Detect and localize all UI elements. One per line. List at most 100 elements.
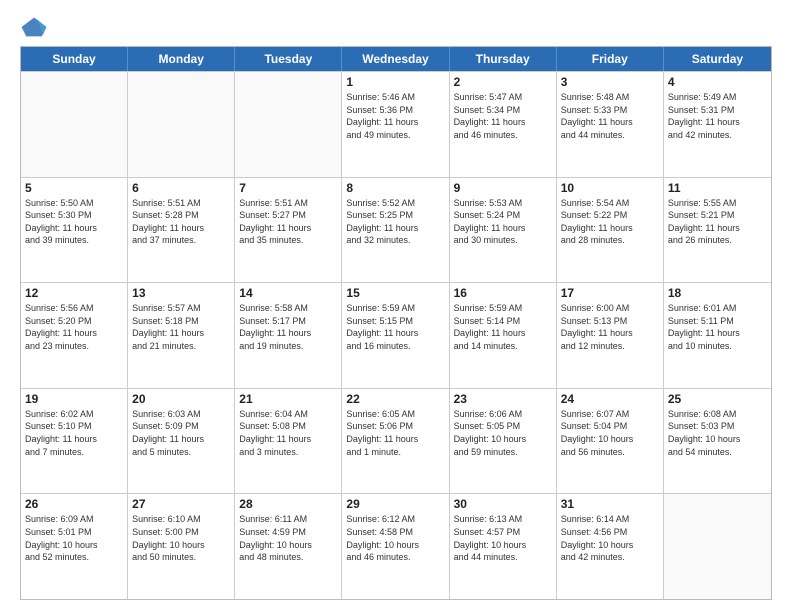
cell-info: Sunrise: 6:12 AMSunset: 4:58 PMDaylight:… — [346, 513, 444, 563]
calendar-cell: 8 Sunrise: 5:52 AMSunset: 5:25 PMDaylight… — [342, 178, 449, 283]
calendar-cell: 11 Sunrise: 5:55 AMSunset: 5:21 PMDayligh… — [664, 178, 771, 283]
calendar-cell: 28 Sunrise: 6:11 AMSunset: 4:59 PMDayligh… — [235, 494, 342, 599]
day-number: 5 — [25, 181, 123, 195]
cell-info: Sunrise: 5:57 AMSunset: 5:18 PMDaylight:… — [132, 302, 230, 352]
calendar-cell: 12 Sunrise: 5:56 AMSunset: 5:20 PMDayligh… — [21, 283, 128, 388]
calendar-cell: 22 Sunrise: 6:05 AMSunset: 5:06 PMDayligh… — [342, 389, 449, 494]
calendar-cell: 23 Sunrise: 6:06 AMSunset: 5:05 PMDayligh… — [450, 389, 557, 494]
day-number: 3 — [561, 75, 659, 89]
day-number: 8 — [346, 181, 444, 195]
cell-info: Sunrise: 5:52 AMSunset: 5:25 PMDaylight:… — [346, 197, 444, 247]
cell-info: Sunrise: 5:53 AMSunset: 5:24 PMDaylight:… — [454, 197, 552, 247]
calendar-cell: 24Sunrise: 6:07 AMSunset: 5:04 PMDayligh… — [557, 389, 664, 494]
cell-info: Sunrise: 5:51 AMSunset: 5:28 PMDaylight:… — [132, 197, 230, 247]
day-number: 20 — [132, 392, 230, 406]
cell-info: Sunrise: 6:04 AMSunset: 5:08 PMDaylight:… — [239, 408, 337, 458]
day-number: 11 — [668, 181, 767, 195]
calendar-cell: 19Sunrise: 6:02 AMSunset: 5:10 PMDayligh… — [21, 389, 128, 494]
calendar-cell: 25 Sunrise: 6:08 AMSunset: 5:03 PMDayligh… — [664, 389, 771, 494]
calendar-cell: 14 Sunrise: 5:58 AMSunset: 5:17 PMDayligh… — [235, 283, 342, 388]
calendar-cell: 10 Sunrise: 5:54 AMSunset: 5:22 PMDayligh… — [557, 178, 664, 283]
cell-info: Sunrise: 6:01 AMSunset: 5:11 PMDaylight:… — [668, 302, 767, 352]
calendar-cell: 3 Sunrise: 5:48 AMSunset: 5:33 PMDaylight… — [557, 72, 664, 177]
cell-info: Sunrise: 5:59 AMSunset: 5:14 PMDaylight:… — [454, 302, 552, 352]
calendar-cell: 17 Sunrise: 6:00 AMSunset: 5:13 PMDayligh… — [557, 283, 664, 388]
calendar-cell: 5 Sunrise: 5:50 AMSunset: 5:30 PMDaylight… — [21, 178, 128, 283]
day-number: 26 — [25, 497, 123, 511]
weekday-header: Wednesday — [342, 47, 449, 71]
calendar-cell: 29 Sunrise: 6:12 AMSunset: 4:58 PMDayligh… — [342, 494, 449, 599]
day-number: 4 — [668, 75, 767, 89]
day-number: 10 — [561, 181, 659, 195]
cell-info: Sunrise: 6:05 AMSunset: 5:06 PMDaylight:… — [346, 408, 444, 458]
day-number: 23 — [454, 392, 552, 406]
cell-info: Sunrise: 5:49 AMSunset: 5:31 PMDaylight:… — [668, 91, 767, 141]
cell-info: Sunrise: 6:02 AMSunset: 5:10 PMDaylight:… — [25, 408, 123, 458]
cell-info: Sunrise: 5:50 AMSunset: 5:30 PMDaylight:… — [25, 197, 123, 247]
logo-icon — [20, 16, 48, 38]
calendar-cell: 27Sunrise: 6:10 AMSunset: 5:00 PMDayligh… — [128, 494, 235, 599]
calendar-cell: 31 Sunrise: 6:14 AMSunset: 4:56 PMDayligh… — [557, 494, 664, 599]
calendar-week-row: 26 Sunrise: 6:09 AMSunset: 5:01 PMDayligh… — [21, 493, 771, 599]
calendar-cell: 13Sunrise: 5:57 AMSunset: 5:18 PMDayligh… — [128, 283, 235, 388]
header — [20, 16, 772, 38]
cell-info: Sunrise: 6:08 AMSunset: 5:03 PMDaylight:… — [668, 408, 767, 458]
calendar-cell — [21, 72, 128, 177]
calendar-week-row: 5 Sunrise: 5:50 AMSunset: 5:30 PMDaylight… — [21, 177, 771, 283]
cell-info: Sunrise: 5:46 AMSunset: 5:36 PMDaylight:… — [346, 91, 444, 141]
calendar-cell: 15Sunrise: 5:59 AMSunset: 5:15 PMDayligh… — [342, 283, 449, 388]
weekday-header: Tuesday — [235, 47, 342, 71]
cell-info: Sunrise: 5:48 AMSunset: 5:33 PMDaylight:… — [561, 91, 659, 141]
calendar-cell: 26 Sunrise: 6:09 AMSunset: 5:01 PMDayligh… — [21, 494, 128, 599]
calendar-cell: 4 Sunrise: 5:49 AMSunset: 5:31 PMDaylight… — [664, 72, 771, 177]
day-number: 12 — [25, 286, 123, 300]
calendar-cell: 21 Sunrise: 6:04 AMSunset: 5:08 PMDayligh… — [235, 389, 342, 494]
day-number: 31 — [561, 497, 659, 511]
day-number: 15 — [346, 286, 444, 300]
calendar-header: SundayMondayTuesdayWednesdayThursdayFrid… — [21, 47, 771, 71]
cell-info: Sunrise: 5:54 AMSunset: 5:22 PMDaylight:… — [561, 197, 659, 247]
calendar-cell: 7 Sunrise: 5:51 AMSunset: 5:27 PMDaylight… — [235, 178, 342, 283]
day-number: 22 — [346, 392, 444, 406]
calendar-cell: 9Sunrise: 5:53 AMSunset: 5:24 PMDaylight… — [450, 178, 557, 283]
weekday-header: Sunday — [21, 47, 128, 71]
calendar-cell: 20 Sunrise: 6:03 AMSunset: 5:09 PMDayligh… — [128, 389, 235, 494]
calendar-cell: 16Sunrise: 5:59 AMSunset: 5:14 PMDayligh… — [450, 283, 557, 388]
day-number: 17 — [561, 286, 659, 300]
cell-info: Sunrise: 5:58 AMSunset: 5:17 PMDaylight:… — [239, 302, 337, 352]
cell-info: Sunrise: 5:55 AMSunset: 5:21 PMDaylight:… — [668, 197, 767, 247]
cell-info: Sunrise: 6:06 AMSunset: 5:05 PMDaylight:… — [454, 408, 552, 458]
calendar-week-row: 12 Sunrise: 5:56 AMSunset: 5:20 PMDayligh… — [21, 282, 771, 388]
cell-info: Sunrise: 6:09 AMSunset: 5:01 PMDaylight:… — [25, 513, 123, 563]
calendar-cell: 18Sunrise: 6:01 AMSunset: 5:11 PMDayligh… — [664, 283, 771, 388]
calendar-cell — [664, 494, 771, 599]
day-number: 24 — [561, 392, 659, 406]
cell-info: Sunrise: 6:10 AMSunset: 5:00 PMDaylight:… — [132, 513, 230, 563]
cell-info: Sunrise: 6:11 AMSunset: 4:59 PMDaylight:… — [239, 513, 337, 563]
calendar-cell — [128, 72, 235, 177]
cell-info: Sunrise: 6:03 AMSunset: 5:09 PMDaylight:… — [132, 408, 230, 458]
cell-info: Sunrise: 5:51 AMSunset: 5:27 PMDaylight:… — [239, 197, 337, 247]
day-number: 28 — [239, 497, 337, 511]
cell-info: Sunrise: 6:00 AMSunset: 5:13 PMDaylight:… — [561, 302, 659, 352]
weekday-header: Saturday — [664, 47, 771, 71]
day-number: 1 — [346, 75, 444, 89]
calendar-cell — [235, 72, 342, 177]
day-number: 14 — [239, 286, 337, 300]
day-number: 29 — [346, 497, 444, 511]
cell-info: Sunrise: 5:56 AMSunset: 5:20 PMDaylight:… — [25, 302, 123, 352]
day-number: 6 — [132, 181, 230, 195]
weekday-header: Friday — [557, 47, 664, 71]
day-number: 25 — [668, 392, 767, 406]
calendar-cell: 30Sunrise: 6:13 AMSunset: 4:57 PMDayligh… — [450, 494, 557, 599]
day-number: 21 — [239, 392, 337, 406]
calendar-body: 1 Sunrise: 5:46 AMSunset: 5:36 PMDaylight… — [21, 71, 771, 599]
day-number: 7 — [239, 181, 337, 195]
cell-info: Sunrise: 5:47 AMSunset: 5:34 PMDaylight:… — [454, 91, 552, 141]
page: SundayMondayTuesdayWednesdayThursdayFrid… — [0, 0, 792, 612]
calendar-cell: 1 Sunrise: 5:46 AMSunset: 5:36 PMDaylight… — [342, 72, 449, 177]
day-number: 30 — [454, 497, 552, 511]
day-number: 2 — [454, 75, 552, 89]
cell-info: Sunrise: 6:14 AMSunset: 4:56 PMDaylight:… — [561, 513, 659, 563]
logo — [20, 16, 52, 38]
